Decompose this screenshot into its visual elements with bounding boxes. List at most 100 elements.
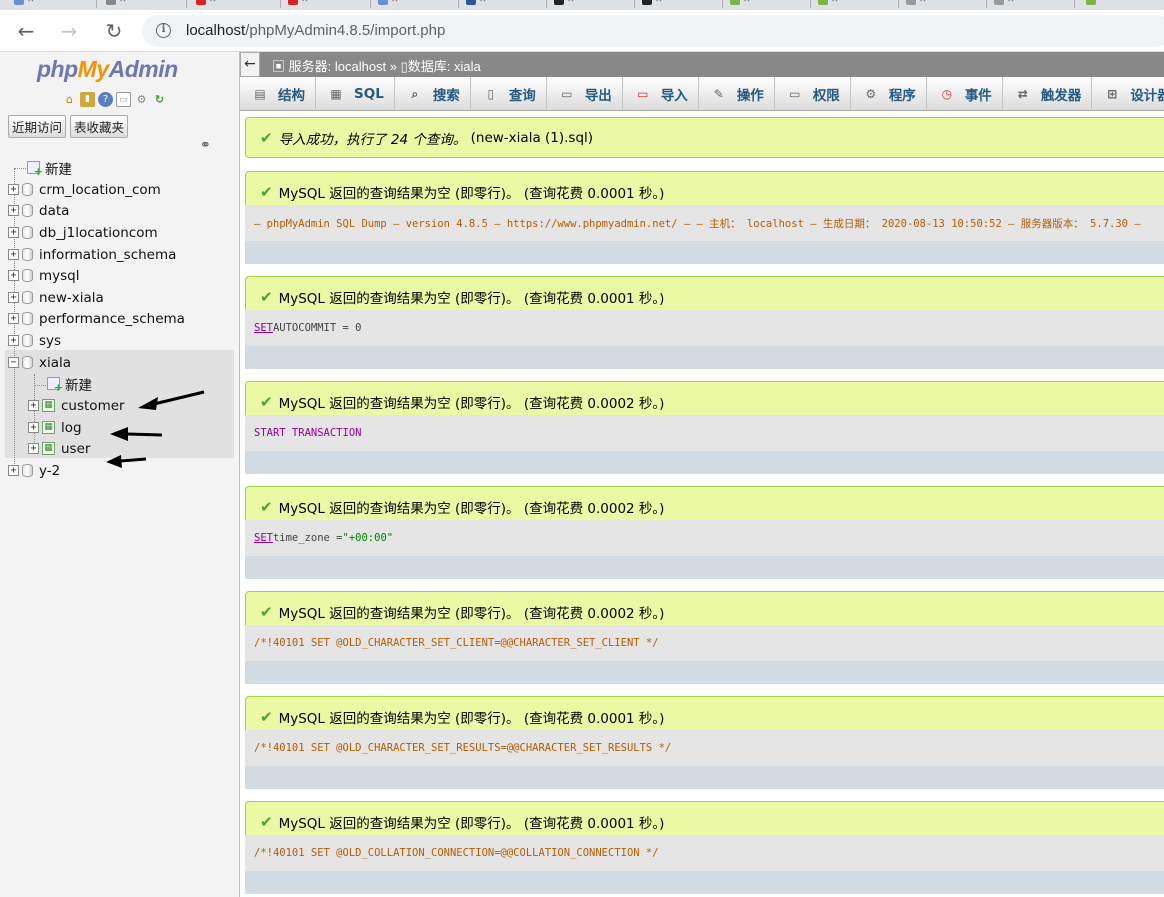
sql-query-box[interactable]: SET time_zone = "+00:00" [245,520,1164,556]
tab-favicon-icon [554,0,564,5]
import-icon: ▭ [637,87,649,101]
expand-icon[interactable]: + [8,292,19,303]
sql-query-box[interactable]: — phpMyAdmin SQL Dump — version 4.8.5 — … [245,205,1164,241]
close-icon[interactable]: ✕ [27,0,35,5]
tree-db-sys[interactable]: + sys [8,330,61,351]
tab-export[interactable]: ▭ 导出 [547,77,623,111]
expand-icon[interactable]: + [8,205,19,216]
close-icon[interactable]: ✕ [119,0,127,5]
expand-icon[interactable]: + [8,335,19,346]
browser-tab[interactable]: ✕ [730,0,751,8]
tab-routines[interactable]: ⚙ 程序 [851,77,927,111]
check-icon: ✔ [260,182,273,201]
tree-db-information_schema[interactable]: + information_schema [8,244,176,265]
tree-new-database[interactable]: 新建 [27,157,72,178]
close-icon[interactable]: ✕ [655,0,663,5]
reload-icon[interactable]: ↻ [152,92,167,107]
tree-db-mysql[interactable]: + mysql [8,265,80,286]
address-bar[interactable]: i localhost/phpMyAdmin4.8.5/import.php [142,15,1164,47]
close-icon[interactable]: ✕ [919,0,927,5]
tab-triggers[interactable]: ⇄ 触发器 [1003,77,1093,111]
docs-icon[interactable]: ▭ [116,92,131,107]
browser-tab[interactable]: ✕ [378,0,399,8]
browser-tab[interactable]: ✕ [466,0,487,8]
collapse-icon[interactable]: − [8,357,19,368]
expand-icon[interactable]: + [28,422,39,433]
close-icon[interactable]: ✕ [209,0,217,5]
tab-separator [186,0,187,8]
url-text[interactable]: localhost/phpMyAdmin4.8.5/import.php [186,22,445,39]
tab-structure[interactable]: ▤ 结构 [240,77,316,111]
tab-designer[interactable]: ⊞设计器 [1092,77,1164,111]
logout-icon[interactable]: ▮ [80,92,95,107]
tab-events[interactable]: ◷ 事件 [927,77,1003,111]
favorite-tables-button[interactable]: 表收藏夹 [70,115,129,138]
tab-separator [370,0,371,8]
tab-search[interactable]: ⌕ 搜索 [395,77,471,111]
browser-tab[interactable]: ✕ [994,0,1015,8]
expand-icon[interactable]: + [8,249,19,260]
browser-tab[interactable]: ✕ [288,0,309,8]
tree-db-performance_schema[interactable]: + performance_schema [8,308,185,329]
close-icon[interactable]: ✕ [479,0,487,5]
tab-favicon-icon [466,0,476,5]
info-icon[interactable]: i [156,23,171,38]
close-icon[interactable]: ✕ [301,0,309,5]
forward-arrow-icon[interactable]: → [55,17,83,45]
expand-icon[interactable]: + [28,400,39,411]
breadcrumb-database[interactable]: 数据库: xiala [408,59,481,74]
browser-tab[interactable]: ✕ [818,0,839,8]
tree-db-xiala[interactable]: − xiala [8,352,71,373]
collapse-panel-arrow-icon[interactable]: ← [240,52,260,77]
browser-tab[interactable]: ✕ [14,0,35,8]
close-icon[interactable]: ✕ [1007,0,1015,5]
close-icon[interactable]: ✕ [567,0,575,5]
link-icon[interactable]: ⚭ [200,138,211,153]
tree-table-user[interactable]: + ▦ user [28,438,90,459]
expand-icon[interactable]: + [8,184,19,195]
tree-table-log[interactable]: + ▦ log [28,417,82,438]
tab-query[interactable]: ▯ 查询 [471,77,547,111]
sql-query-box[interactable]: /*!40101 SET @OLD_CHARACTER_SET_CLIENT=@… [245,625,1164,661]
sql-query-box[interactable]: /*!40101 SET @OLD_CHARACTER_SET_RESULTS=… [245,730,1164,766]
browser-tab[interactable]: ✕ [554,0,575,8]
breadcrumb-server[interactable]: 服务器: localhost » [289,59,397,74]
tree-db-y-2[interactable]: + y-2 [8,460,60,481]
tab-operations[interactable]: ✎ 操作 [699,77,775,111]
tree-db-data[interactable]: + data [8,200,69,221]
sql-query-box[interactable]: START TRANSACTION [245,415,1164,451]
browser-tab[interactable]: ✕ [906,0,927,8]
close-icon[interactable]: ✕ [831,0,839,5]
expand-icon[interactable]: + [8,313,19,324]
sql-query-box[interactable]: /*!40101 SET @OLD_COLLATION_CONNECTION=@… [245,835,1164,871]
help-icon[interactable]: ? [98,92,113,107]
expand-icon[interactable]: + [28,443,39,454]
tab-favicon-icon [14,0,24,5]
tab-import[interactable]: ▭ 导入 [623,77,699,111]
tree-db-new-xiala[interactable]: + new-xiala [8,287,104,308]
tree-table-customer[interactable]: + ▦ customer [28,395,125,416]
reload-icon[interactable]: ↻ [100,17,128,45]
tree-new-table[interactable]: 新建 [47,373,92,394]
close-icon[interactable]: ✕ [391,0,399,5]
gear-icon[interactable]: ⚙ [134,92,149,107]
home-icon[interactable]: ⌂ [62,92,77,107]
recent-tables-button[interactable]: 近期访问 [8,115,67,138]
back-arrow-icon[interactable]: ← [12,17,40,45]
phpmyadmin-logo[interactable]: phpMyAdmin [37,56,178,83]
browser-tab[interactable]: ✕ [106,0,127,8]
sql-query-box[interactable]: SET AUTOCOMMIT = 0 [245,310,1164,346]
browser-tab[interactable]: ✕ [642,0,663,8]
database-icon [22,334,33,347]
triggers-icon: ⇄ [1017,87,1028,101]
expand-icon[interactable]: + [8,227,19,238]
tab-sql[interactable]: ▦ SQL [316,77,395,111]
tab-privileges[interactable]: ▭ 权限 [775,77,851,111]
expand-icon[interactable]: + [8,270,19,281]
close-icon[interactable]: ✕ [743,0,751,5]
tree-db-crm_location_com[interactable]: + crm_location_com [8,179,161,200]
browser-tab[interactable] [1086,0,1096,8]
tree-db-db_j1locationcom[interactable]: + db_j1locationcom [8,222,158,243]
browser-tab[interactable]: ✕ [196,0,217,8]
expand-icon[interactable]: + [8,465,19,476]
